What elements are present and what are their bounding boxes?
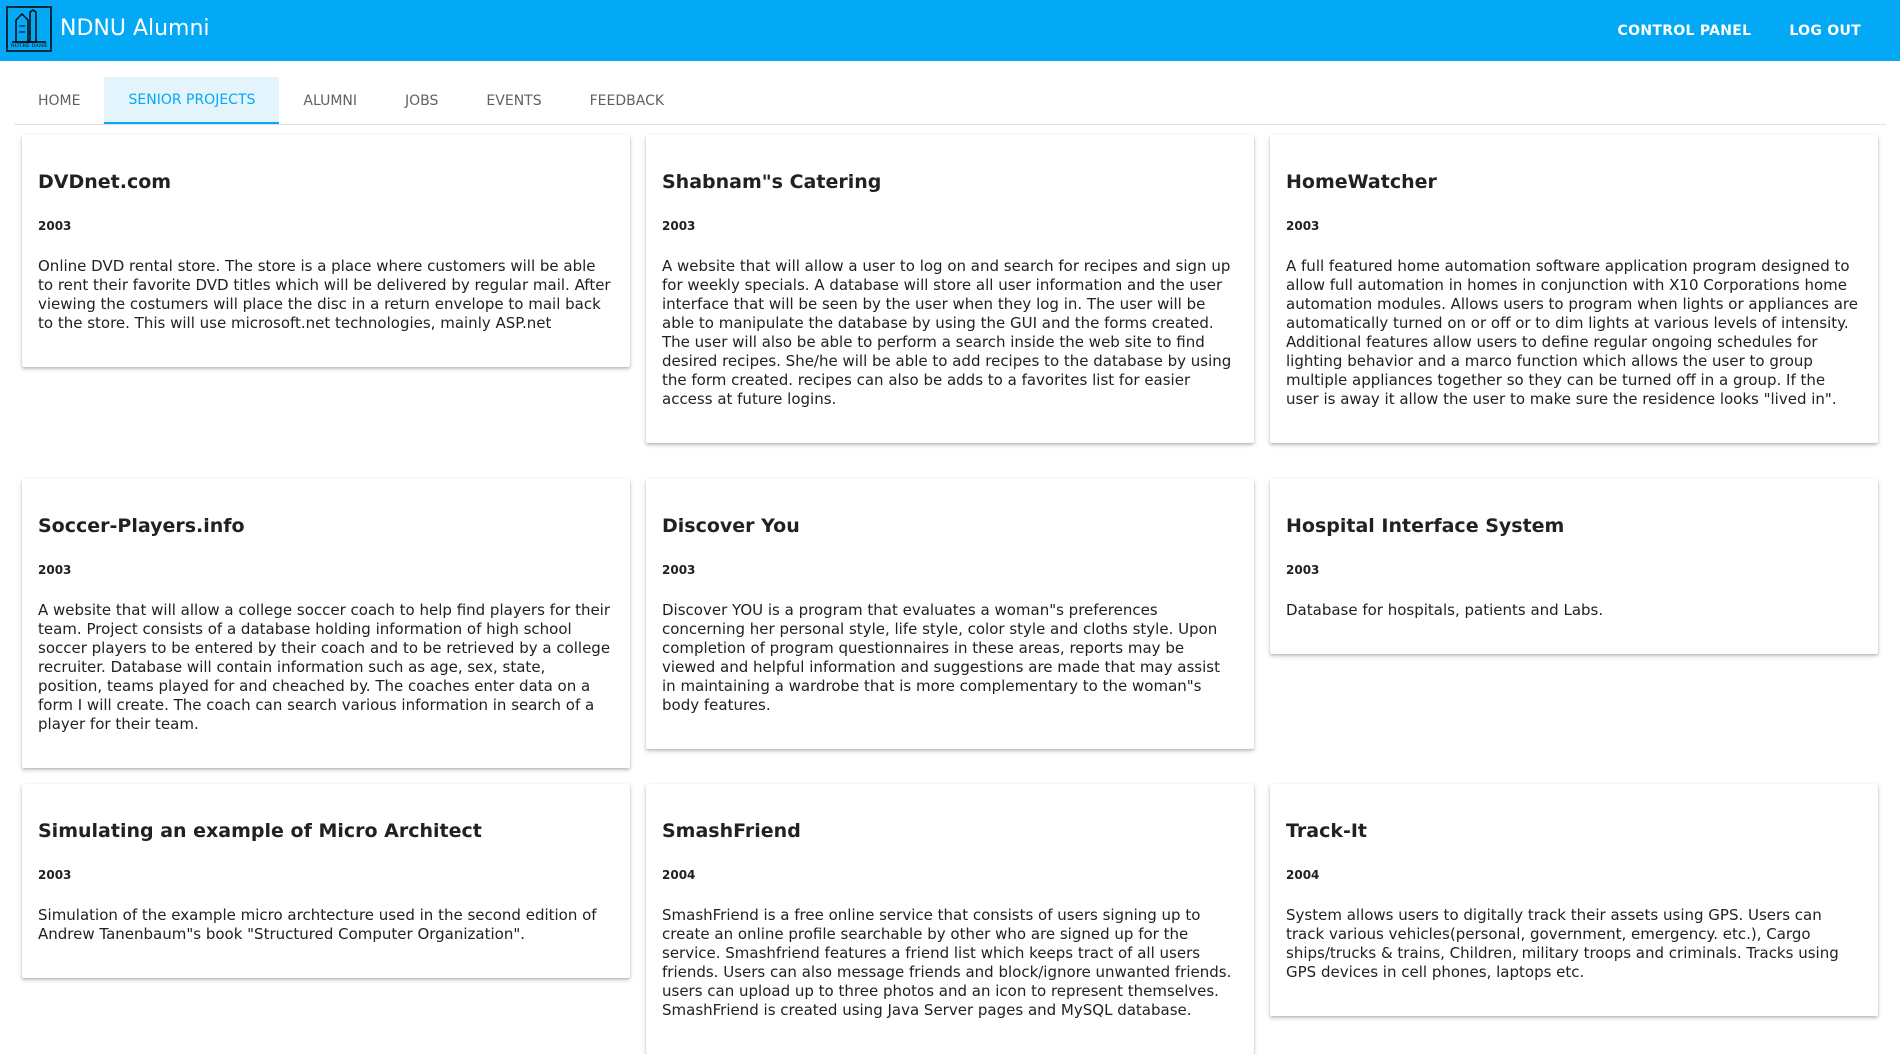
project-card: SmashFriend 2004 SmashFriend is a free o… — [646, 784, 1254, 1054]
tab-jobs[interactable]: JOBS — [381, 77, 462, 124]
app-title: NDNU Alumni — [60, 16, 210, 41]
project-card: DVDnet.com 2003 Online DVD rental store.… — [22, 135, 630, 367]
tab-home[interactable]: HOME — [14, 77, 104, 124]
log-out-button[interactable]: LOG OUT — [1770, 23, 1880, 39]
app-bar: NOTRE DAME NDNU Alumni CONTROL PANEL LOG… — [0, 0, 1900, 61]
project-card: HomeWatcher 2003 A full featured home au… — [1270, 135, 1878, 443]
project-card: Simulating an example of Micro Architect… — [22, 784, 630, 978]
project-card: Shabnam"s Catering 2003 A website that w… — [646, 135, 1254, 443]
tab-feedback[interactable]: FEEDBACK — [566, 77, 688, 124]
project-description: System allows users to digitally track t… — [1286, 906, 1839, 981]
project-year: 2003 — [662, 563, 696, 577]
project-year: 2003 — [38, 563, 72, 577]
project-year: 2004 — [1286, 868, 1320, 882]
project-description: A website that will allow a college socc… — [38, 601, 611, 733]
project-description: Simulation of the example micro archtect… — [38, 906, 597, 943]
control-panel-button[interactable]: CONTROL PANEL — [1599, 23, 1771, 39]
project-title: Track-It — [1286, 820, 1368, 842]
project-card: Track-It 2004 System allows users to dig… — [1270, 784, 1878, 1016]
project-year: 2003 — [1286, 563, 1320, 577]
project-description: SmashFriend is a free online service tha… — [662, 906, 1232, 1019]
nav-tabs: HOME SENIOR PROJECTS ALUMNI JOBS EVENTS … — [14, 77, 1886, 125]
projects-grid: DVDnet.com 2003 Online DVD rental store.… — [22, 135, 1878, 1054]
project-description: Online DVD rental store. The store is a … — [38, 257, 611, 332]
ndnu-logo[interactable]: NOTRE DAME — [6, 6, 52, 52]
project-year: 2004 — [662, 868, 696, 882]
project-description: A website that will allow a user to log … — [662, 257, 1232, 408]
project-card: Discover You 2003 Discover YOU is a prog… — [646, 479, 1254, 749]
project-year: 2003 — [38, 868, 72, 882]
logo-text: NOTRE DAME — [10, 43, 48, 49]
project-title: SmashFriend — [662, 820, 801, 842]
project-title: Soccer-Players.info — [38, 515, 245, 537]
project-title: HomeWatcher — [1286, 171, 1437, 193]
tab-events[interactable]: EVENTS — [462, 77, 565, 124]
project-title: DVDnet.com — [38, 171, 172, 193]
project-year: 2003 — [1286, 219, 1320, 233]
project-description: Database for hospitals, patients and Lab… — [1286, 601, 1604, 619]
tab-alumni[interactable]: ALUMNI — [279, 77, 381, 124]
project-title: Simulating an example of Micro Architect — [38, 820, 482, 842]
project-title: Shabnam"s Catering — [662, 171, 882, 193]
project-card: Soccer-Players.info 2003 A website that … — [22, 479, 630, 768]
project-description: A full featured home automation software… — [1286, 257, 1858, 408]
appbar-actions: CONTROL PANEL LOG OUT — [1599, 0, 1880, 61]
project-year: 2003 — [662, 219, 696, 233]
project-title: Hospital Interface System — [1286, 515, 1565, 537]
tab-senior-projects[interactable]: SENIOR PROJECTS — [104, 77, 280, 124]
project-title: Discover You — [662, 515, 800, 537]
project-year: 2003 — [38, 219, 72, 233]
project-description: Discover YOU is a program that evaluates… — [662, 601, 1220, 714]
project-card: Hospital Interface System 2003 Database … — [1270, 479, 1878, 654]
